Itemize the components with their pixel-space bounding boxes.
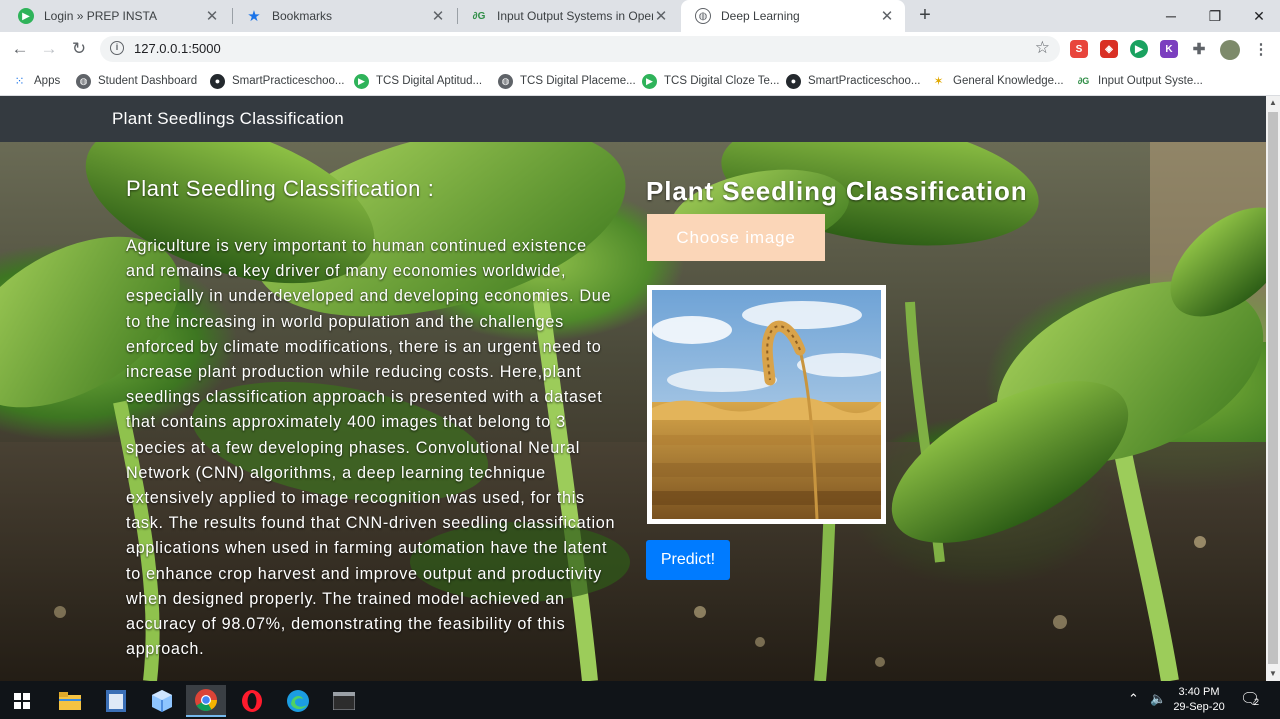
maximize-button[interactable]: ❐ xyxy=(1192,0,1238,32)
bookmark-smartpractice-1[interactable]: ● SmartPracticeschoo... xyxy=(210,72,344,90)
profile-avatar[interactable] xyxy=(1220,40,1240,60)
bookmark-general-knowledge[interactable]: ✶ General Knowledge... xyxy=(931,72,1064,90)
hero-section: Plant Seedling Classification : Agricult… xyxy=(0,142,1266,681)
bookmark-student-dashboard[interactable]: ◍ Student Dashboard xyxy=(76,72,197,90)
image-preview xyxy=(647,285,886,524)
back-icon[interactable]: ← xyxy=(9,38,31,60)
prepinsta-icon: ▶ xyxy=(18,8,34,24)
extension-shield-icon[interactable]: ◈ xyxy=(1100,40,1118,58)
github-icon: ● xyxy=(210,73,225,89)
close-tab-icon[interactable]: ✕ xyxy=(430,7,446,25)
intro-heading: Plant Seedling Classification : xyxy=(126,176,435,201)
site-info-icon[interactable]: i xyxy=(110,41,124,55)
tab-title: Bookmarks xyxy=(272,9,333,23)
extension-k-icon[interactable]: K xyxy=(1160,40,1178,58)
prepinsta-icon: ▶ xyxy=(354,73,369,89)
forward-icon[interactable]: → xyxy=(38,38,60,60)
terminal-icon[interactable] xyxy=(324,685,364,717)
geeks-icon: ∂G xyxy=(1077,76,1090,86)
page-scrollbar[interactable]: ▲ ▼ xyxy=(1266,96,1280,681)
tab-title: Deep Learning xyxy=(721,9,800,23)
windows-start-icon[interactable] xyxy=(2,685,42,717)
close-tab-icon[interactable]: ✕ xyxy=(653,7,669,25)
close-window-button[interactable]: ✕ xyxy=(1236,0,1280,32)
tab-prepinsta[interactable]: ▶ Login » PREP INSTA ✕ xyxy=(4,0,230,32)
opera-icon[interactable] xyxy=(232,685,272,717)
close-tab-icon[interactable]: ✕ xyxy=(879,7,895,25)
edge-icon[interactable] xyxy=(278,685,318,717)
gk-icon: ✶ xyxy=(933,74,944,88)
show-hidden-icons-icon[interactable]: ⌃ xyxy=(1128,691,1139,707)
geeks-icon: ∂G xyxy=(472,10,486,22)
github-icon: ● xyxy=(786,73,801,89)
scroll-up-icon[interactable]: ▲ xyxy=(1266,96,1280,110)
windows-taskbar: ⌃ 🔈 3:40 PM 29-Sep-20 🗨 2 xyxy=(0,681,1280,719)
scroll-down-icon[interactable]: ▼ xyxy=(1266,667,1280,681)
bookmark-tcs-cloze[interactable]: ▶ TCS Digital Cloze Te... xyxy=(642,72,779,90)
navbar: Plant Seedlings Classification xyxy=(0,96,1266,142)
intro-description: Agriculture is very important to human c… xyxy=(126,237,616,659)
bookmark-label: General Knowledge... xyxy=(953,75,1064,87)
wheat-preview-image xyxy=(652,290,881,519)
upload-heading: Plant Seedling Classification xyxy=(646,176,1028,206)
bookmark-tcs-aptitude[interactable]: ▶ TCS Digital Aptitud... xyxy=(354,72,482,90)
globe-icon: ◍ xyxy=(498,73,513,89)
choose-image-button[interactable]: Choose image xyxy=(647,214,825,261)
bookmark-label: TCS Digital Cloze Te... xyxy=(664,75,780,87)
globe-icon: ◍ xyxy=(76,73,91,89)
notepad-icon[interactable] xyxy=(96,685,136,717)
notification-count: 2 xyxy=(1254,697,1260,707)
web-page: Plant Seedlings Classification Plant See… xyxy=(0,96,1266,681)
prepinsta-icon: ▶ xyxy=(642,73,657,89)
tab-input-output[interactable]: ∂G Input Output Systems in Operatin ✕ xyxy=(457,0,679,32)
bookmark-tcs-placement[interactable]: ◍ TCS Digital Placeme... xyxy=(498,72,636,90)
bookmark-star-icon[interactable]: ☆ xyxy=(1035,38,1050,58)
clock-time: 3:40 PM xyxy=(1178,686,1220,698)
3d-box-icon[interactable] xyxy=(142,685,182,717)
reload-icon[interactable]: ↻ xyxy=(68,38,90,60)
bookmark-smartpractice-2[interactable]: ● SmartPracticeschoo... xyxy=(786,72,920,90)
star-icon: ★ xyxy=(247,8,261,25)
clock-date: 29-Sep-20 xyxy=(1173,701,1225,713)
bookmark-label: SmartPracticeschoo... xyxy=(232,75,345,87)
extension-play-icon[interactable]: ▶ xyxy=(1130,40,1148,58)
tab-strip: ▶ Login » PREP INSTA ✕ ★ Bookmarks ✕ ∂G … xyxy=(0,0,1280,32)
bookmark-label: SmartPracticeschoo... xyxy=(808,75,921,87)
bookmark-apps[interactable]: ⁙ Apps xyxy=(12,72,60,90)
extensions-puzzle-icon[interactable]: ✚ xyxy=(1190,40,1208,58)
bookmark-label: TCS Digital Aptitud... xyxy=(376,75,483,87)
bookmark-label: Apps xyxy=(34,75,61,87)
scrollbar-thumb[interactable] xyxy=(1268,112,1278,664)
bookmark-label: Input Output Syste... xyxy=(1098,75,1203,87)
globe-icon: ◍ xyxy=(695,8,711,24)
tab-bookmarks[interactable]: ★ Bookmarks ✕ xyxy=(232,0,456,32)
bookmark-label: TCS Digital Placeme... xyxy=(520,75,636,87)
url-text[interactable]: 127.0.0.1:5000 xyxy=(134,41,221,56)
bookmarks-bar: ⁙ Apps ◍ Student Dashboard ● SmartPracti… xyxy=(0,66,1280,96)
bookmark-input-output[interactable]: ∂G Input Output Syste... xyxy=(1076,72,1203,90)
tab-title: Input Output Systems in Operatin xyxy=(497,9,653,23)
bookmark-label: Student Dashboard xyxy=(98,75,198,87)
navbar-brand[interactable]: Plant Seedlings Classification xyxy=(112,109,344,129)
close-tab-icon[interactable]: ✕ xyxy=(204,7,220,25)
menu-kebab-icon[interactable]: ⋮ xyxy=(1252,40,1270,58)
address-bar[interactable]: i 127.0.0.1:5000 ☆ xyxy=(100,36,1060,62)
new-tab-button[interactable]: + xyxy=(914,4,936,26)
chrome-taskbar-icon[interactable] xyxy=(186,685,226,717)
file-explorer-icon[interactable] xyxy=(50,685,90,717)
volume-icon[interactable]: 🔈 xyxy=(1150,691,1166,707)
system-clock[interactable]: 3:40 PM 29-Sep-20 xyxy=(1170,685,1228,715)
tab-deep-learning[interactable]: ◍ Deep Learning ✕ xyxy=(681,0,905,32)
apps-grid-icon: ⁙ xyxy=(14,74,25,88)
predict-button[interactable]: Predict! xyxy=(646,540,730,580)
tab-title: Login » PREP INSTA xyxy=(44,9,157,23)
minimize-button[interactable]: ─ xyxy=(1148,0,1194,32)
extension-s-icon[interactable]: S xyxy=(1070,40,1088,58)
